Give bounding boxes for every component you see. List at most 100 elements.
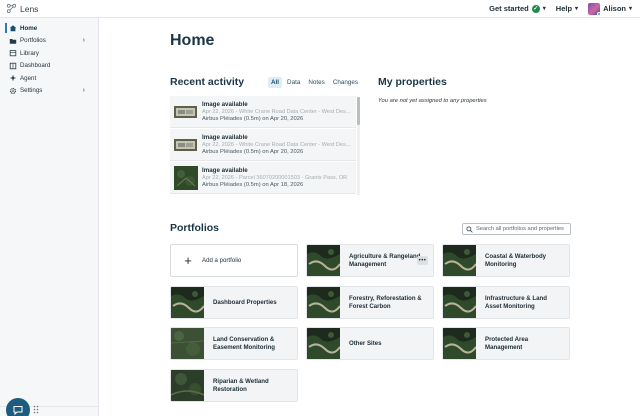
more-options-button[interactable]: ••• [417, 256, 428, 265]
sidebar: Home Portfolios › Library Dashboard Agen… [0, 18, 99, 416]
drag-handle-icon[interactable] [33, 405, 39, 414]
portfolio-search[interactable] [462, 223, 571, 235]
app-logo[interactable]: Lens [6, 3, 38, 14]
sidebar-item-dashboard[interactable]: Dashboard [0, 60, 98, 73]
sidebar-item-label: Home [20, 24, 38, 32]
tab-changes[interactable]: Changes [330, 77, 361, 88]
portfolio-card[interactable]: Other Sites [306, 327, 434, 360]
activity-meta: Apr 22, 2026 - Parcel 36070200001503 - G… [202, 175, 348, 182]
portfolio-thumbnail [171, 370, 205, 401]
portfolio-card[interactable]: Agriculture & Rangeland Management ••• [306, 244, 434, 277]
portfolio-thumbnail [443, 287, 477, 318]
home-icon [9, 24, 17, 32]
list-item[interactable]: Image available Apr 22, 2026 - White Cra… [170, 129, 356, 161]
activity-title: Image available [202, 133, 248, 141]
page-title: Home [170, 32, 215, 49]
portfolio-card-label: Other Sites [349, 339, 382, 347]
sidebar-item-label: Dashboard [20, 62, 51, 70]
add-portfolio-button[interactable]: + Add a portfolio [170, 244, 298, 277]
portfolio-card[interactable]: Forestry, Reforestation & Forest Carbon [306, 286, 434, 319]
chevron-right-icon: › [82, 37, 85, 45]
plus-icon: + [184, 253, 192, 268]
list-item[interactable]: Image available Apr 22, 2026 - White Cra… [170, 96, 356, 128]
portfolio-thumbnail [443, 328, 477, 359]
sidebar-item-settings[interactable]: Settings › [0, 85, 98, 98]
portfolio-thumbnail [443, 245, 477, 276]
search-icon [466, 225, 473, 233]
portfolio-thumbnail [307, 287, 341, 318]
activity-source: Airbus Pléiades (0.5m) on Apr 20, 2026 [202, 149, 304, 156]
portfolio-card[interactable]: Protected Area Management [442, 327, 570, 360]
portfolio-card-label: Infrastructure & Land Asset Monitoring [485, 294, 547, 310]
empty-properties-message: You are not yet assigned to any properti… [378, 98, 487, 104]
chevron-down-icon: ▾ [575, 6, 579, 12]
portfolio-card-label: Dashboard Properties [213, 298, 277, 306]
activity-source: Airbus Pléiades (0.5m) on Apr 18, 2026 [202, 182, 304, 189]
user-name: Alison [603, 4, 626, 13]
sidebar-item-label: Settings [20, 87, 43, 95]
sidebar-item-label: Library [20, 49, 39, 57]
activity-source: Airbus Pléiades (0.5m) on Apr 20, 2026 [202, 116, 304, 123]
activity-meta: Apr 22, 2026 - White Crane Road Data Cen… [202, 142, 351, 149]
activity-thumbnail [173, 100, 198, 124]
folder-icon [9, 37, 17, 45]
help-menu-button[interactable]: Help ▾ [556, 4, 578, 13]
activity-thumbnail [173, 165, 198, 190]
portfolio-card-label: Protected Area Management [485, 335, 529, 351]
search-input[interactable] [476, 226, 570, 232]
chevron-down-icon: ▾ [542, 6, 546, 12]
chevron-down-icon: ▾ [628, 6, 632, 12]
status-dot [597, 11, 602, 16]
portfolio-thumbnail [307, 328, 341, 359]
app-name: Lens [20, 3, 39, 14]
portfolios-title: Portfolios [170, 222, 219, 234]
tab-data[interactable]: Data [284, 77, 303, 88]
recent-activity-title: Recent activity [170, 76, 245, 88]
portfolio-card-label: Coastal & Waterbody Monitoring [485, 252, 547, 268]
sidebar-item-home[interactable]: Home [0, 22, 98, 35]
portfolio-card[interactable]: Infrastructure & Land Asset Monitoring [442, 286, 570, 319]
user-menu-button[interactable]: Alison ▾ [603, 4, 632, 13]
portfolio-card-label: Forestry, Reforestation & Forest Carbon [349, 294, 422, 310]
dashboard-icon [9, 62, 17, 70]
sparkle-icon [9, 74, 17, 82]
chevron-right-icon: › [82, 87, 85, 95]
portfolio-card[interactable]: Coastal & Waterbody Monitoring [442, 244, 570, 277]
avatar[interactable] [588, 2, 602, 16]
portfolio-card-label: Agriculture & Rangeland Management [349, 252, 421, 268]
tab-notes[interactable]: Notes [305, 77, 327, 88]
get-started-label: Get started [489, 4, 529, 13]
add-portfolio-label: Add a portfolio [202, 257, 242, 264]
sidebar-item-library[interactable]: Library [0, 47, 98, 60]
portfolio-thumbnail [171, 328, 205, 359]
activity-meta: Apr 22, 2026 - White Crane Road Data Cen… [202, 109, 351, 116]
my-properties-title: My properties [378, 76, 447, 88]
help-label: Help [555, 4, 573, 13]
portfolio-card[interactable]: Riparian & Wetland Restoration [170, 369, 298, 402]
activity-title: Image available [202, 100, 248, 108]
activity-filter-tabs: All Data Notes Changes [268, 77, 363, 88]
portfolio-card-label: Riparian & Wetland Restoration [213, 377, 269, 393]
sidebar-item-portfolios[interactable]: Portfolios › [0, 35, 98, 48]
lens-logo-icon [6, 3, 17, 14]
activity-scrollbar[interactable] [357, 97, 360, 195]
get-started-button[interactable]: Get started ✓ ▾ [489, 4, 546, 13]
chat-bubble-icon [13, 406, 23, 416]
recent-activity-list: Image available Apr 22, 2026 - White Cra… [170, 96, 356, 196]
check-circle-icon: ✓ [531, 4, 540, 13]
sidebar-item-label: Portfolios [20, 37, 46, 45]
portfolio-card[interactable]: Dashboard Properties [170, 286, 298, 319]
portfolio-card[interactable]: Land Conservation & Easement Monitoring [170, 327, 298, 360]
portfolio-card-label: Land Conservation & Easement Monitoring [213, 335, 275, 351]
list-item[interactable]: Image available Apr 22, 2026 - Parcel 36… [170, 162, 356, 194]
sidebar-item-agent[interactable]: Agent [0, 72, 98, 85]
chat-button[interactable] [6, 398, 30, 416]
sidebar-item-label: Agent [20, 74, 37, 82]
gear-icon [9, 87, 17, 95]
portfolio-thumbnail [171, 287, 205, 318]
activity-title: Image available [202, 166, 248, 174]
scrollbar-thumb[interactable] [357, 97, 360, 125]
tab-all[interactable]: All [268, 77, 283, 88]
portfolio-thumbnail [307, 245, 341, 276]
top-bar: Lens Get started ✓ ▾ Help ▾ Alison ▾ [0, 0, 640, 18]
